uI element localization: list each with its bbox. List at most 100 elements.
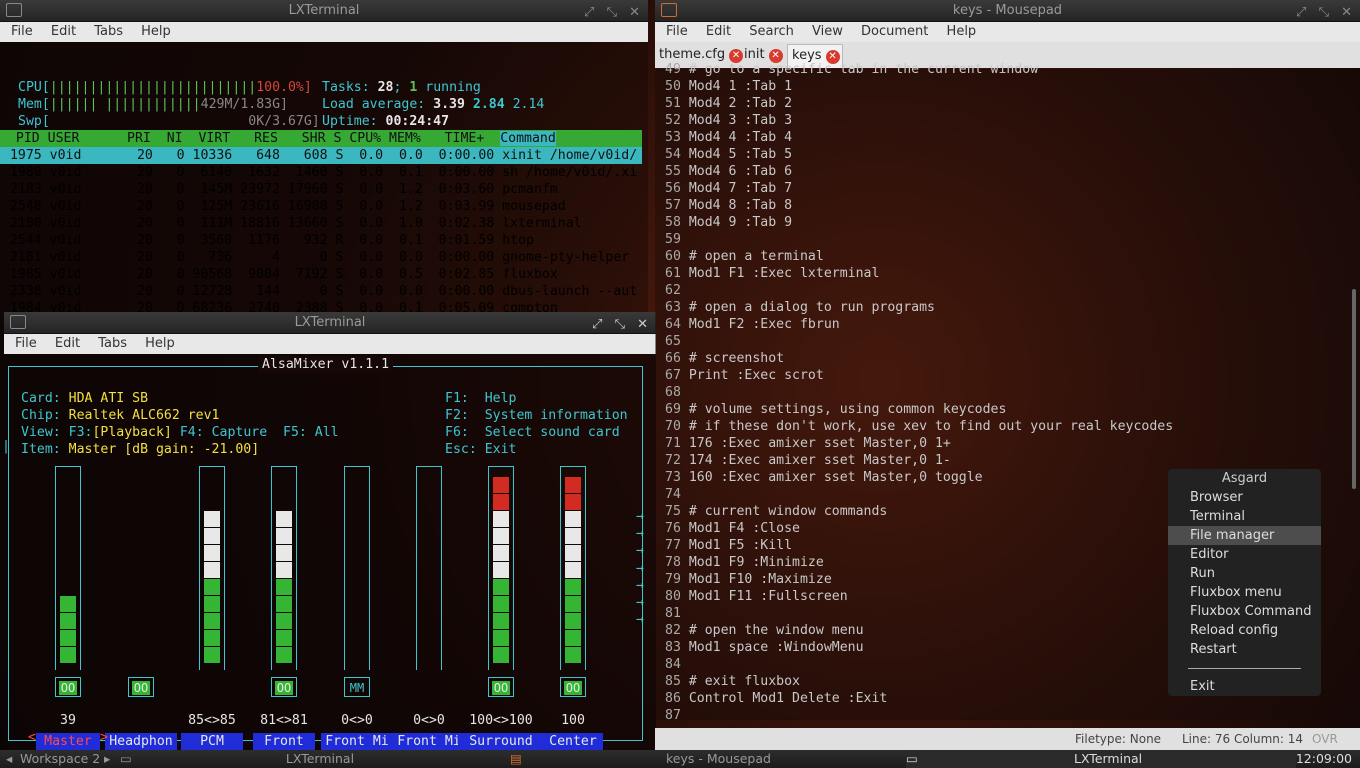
menu-edit[interactable]: Edit	[48, 336, 87, 351]
process-row[interactable]: 2338 v0id 20 0 12728 144 0 S 0.0 0.0 0:0…	[0, 283, 642, 300]
volume-bar[interactable]	[488, 466, 514, 670]
menu-item-fluxbox-command[interactable]: Fluxbox Command	[1168, 602, 1321, 621]
volume-bar[interactable]	[560, 466, 586, 670]
menu-file[interactable]: File	[4, 24, 40, 39]
channel-label[interactable]: Front	[253, 733, 315, 750]
line-text: Mod1 F10 :Maximize	[688, 572, 832, 587]
process-row[interactable]: 1985 v0id 20 0 90568 9004 7192 S 0.0 0.5…	[0, 266, 642, 283]
filetype-status[interactable]: Filetype: None	[1075, 728, 1161, 750]
menu-file[interactable]: File	[8, 336, 44, 351]
volume-segment	[276, 630, 292, 646]
mute-toggle[interactable]: OO	[560, 677, 586, 697]
mute-state: OO	[275, 681, 293, 695]
menu-help[interactable]: Help	[134, 24, 178, 39]
window-controls[interactable]: ⤢ ⤡ ✕	[1296, 2, 1356, 24]
channel-label[interactable]: Surround	[458, 733, 544, 750]
channel-label[interactable]: Headphon	[105, 733, 177, 750]
line-number: 75	[665, 504, 681, 519]
menu-item-terminal[interactable]: Terminal	[1168, 507, 1321, 526]
editor-line: 55 Mod4 6 :Tab 6	[665, 163, 792, 180]
volume-segment	[565, 545, 581, 561]
menu-item-reload-config[interactable]: Reload config	[1168, 621, 1321, 640]
titlebar[interactable]: keys - Mousepad ⤢ ⤡ ✕	[655, 0, 1360, 22]
line-text: Mod1 F9 :Minimize	[688, 555, 824, 570]
line-number: 60	[665, 249, 681, 264]
task-lxterminal-1[interactable]: ▭ LXTerminal	[120, 750, 520, 768]
editor-line: 62	[665, 282, 689, 299]
titlebar[interactable]: LXTerminal ⤢ ⤡ ✕	[0, 0, 648, 22]
menu-item-restart[interactable]: Restart	[1168, 640, 1321, 659]
menu-edit[interactable]: Edit	[44, 24, 83, 39]
line-number: 53	[665, 130, 681, 145]
volume-bar[interactable]	[199, 466, 225, 670]
titlebar[interactable]: LXTerminal ⤢ ⤡ ✕	[4, 312, 656, 334]
channel-label[interactable]: Master	[36, 733, 100, 750]
menu-tabs[interactable]: Tabs	[87, 24, 130, 39]
menu-item-browser[interactable]: Browser	[1168, 488, 1321, 507]
volume-segment	[493, 596, 509, 612]
mute-toggle[interactable]: OO	[488, 677, 514, 697]
volume-segment	[276, 545, 292, 561]
line-text: Mod1 space :WindowMenu	[688, 640, 864, 655]
menu-item-file-manager[interactable]: File manager	[1168, 526, 1321, 545]
menu-item-editor[interactable]: Editor	[1168, 545, 1321, 564]
tasks-value: 28	[377, 80, 394, 95]
line-text: Mod4 6 :Tab 6	[688, 164, 793, 179]
volume-bar[interactable]	[271, 466, 297, 670]
task-lxterminal-2[interactable]: ▭ LXTerminal	[906, 750, 1296, 768]
menu-item-exit[interactable]: Exit	[1168, 677, 1321, 696]
menu-search[interactable]: Search	[742, 24, 801, 39]
process-row[interactable]: 1975 v0id 20 0 10336 648 608 S 0.0 0.0 0…	[0, 147, 642, 164]
alsamixer[interactable]: AlsaMixer v1.1.1 Card: HDA ATI SB Chip: …	[0, 354, 654, 750]
editor-line: 78 Mod1 F9 :Minimize	[665, 554, 824, 571]
menu-edit[interactable]: Edit	[699, 24, 738, 39]
mute-state: MM	[349, 681, 365, 695]
htop-meters: CPU[||||||||||||||||||||||||||100.0%] Me…	[18, 62, 320, 130]
channel-label[interactable]: PCM	[181, 733, 243, 750]
process-row[interactable]: 2181 v0id 20 0 736 4 0 S 0.0 0.0 0:00.00…	[0, 249, 642, 266]
menu-help[interactable]: Help	[138, 336, 182, 351]
menu-help[interactable]: Help	[940, 24, 984, 39]
mute-toggle[interactable]: OO	[55, 677, 81, 697]
htop-header-command: Command	[500, 131, 556, 146]
menu-file[interactable]: File	[659, 24, 695, 39]
process-row[interactable]: 2544 v0id 20 0 3560 1176 932 R 0.0 0.1 0…	[0, 232, 642, 249]
lxterminal-htop-window[interactable]: LXTerminal ⤢ ⤡ ✕ File Edit Tabs Help CPU…	[0, 0, 648, 312]
volume-bar[interactable]	[55, 466, 81, 670]
uptime-value: 00:24:47	[385, 114, 450, 129]
window-controls[interactable]: ⤢ ⤡ ✕	[584, 2, 644, 24]
mute-toggle[interactable]: OO	[271, 677, 297, 697]
uptime-label: Uptime:	[322, 114, 386, 129]
workspace-next[interactable]: ▸	[104, 750, 110, 768]
menu-document[interactable]: Document	[854, 24, 935, 39]
menu-tabs[interactable]: Tabs	[91, 336, 134, 351]
volume-segment	[204, 630, 220, 646]
line-text: Mod1 F4 :Close	[688, 521, 800, 536]
task-mousepad[interactable]: ▤ keys - Mousepad	[510, 750, 910, 768]
channel-label[interactable]: Center	[543, 733, 603, 750]
volume-bar[interactable]	[344, 466, 370, 670]
workspace-prev[interactable]: ◂	[6, 750, 12, 768]
process-row[interactable]: 1984 v0id 20 0 68236 2740 2388 S 0.0 0.1…	[0, 300, 642, 312]
volume-segment	[493, 545, 509, 561]
volume-bar[interactable]	[416, 466, 442, 670]
mute-toggle[interactable]: MM	[344, 677, 370, 697]
menu-item-fluxbox-menu[interactable]: Fluxbox menu	[1168, 583, 1321, 602]
window-controls[interactable]: ⤢ ⤡ ✕	[592, 314, 652, 336]
htop-header-row[interactable]: PID USER PRI NI VIRT RES SHR S CPU% MEM%…	[0, 130, 642, 147]
window-title: keys - Mousepad	[952, 3, 1063, 18]
workspace-name[interactable]: Workspace 2	[20, 750, 100, 768]
scrollbar[interactable]	[1352, 289, 1356, 489]
process-row[interactable]: 2183 v0id 20 0 145M 23972 17960 S 0.0 1.…	[0, 181, 642, 198]
channel-label[interactable]: Front Mi	[393, 733, 465, 750]
process-row[interactable]: 1980 v0id 20 0 6140 1632 1460 S 0.0 0.1 …	[0, 164, 642, 181]
mute-state: OO	[564, 681, 582, 695]
menu-view[interactable]: View	[805, 24, 850, 39]
card-label: Card:	[21, 391, 69, 406]
mute-toggle[interactable]: OO	[128, 677, 154, 697]
menu-item-run[interactable]: Run	[1168, 564, 1321, 583]
channel-label[interactable]: Front Mi	[321, 733, 393, 750]
tab-label: init	[744, 47, 765, 62]
process-row[interactable]: 2180 v0id 20 0 111M 18816 13660 S 0.0 1.…	[0, 215, 642, 232]
process-row[interactable]: 2548 v0id 20 0 125M 23616 16988 S 0.0 1.…	[0, 198, 642, 215]
